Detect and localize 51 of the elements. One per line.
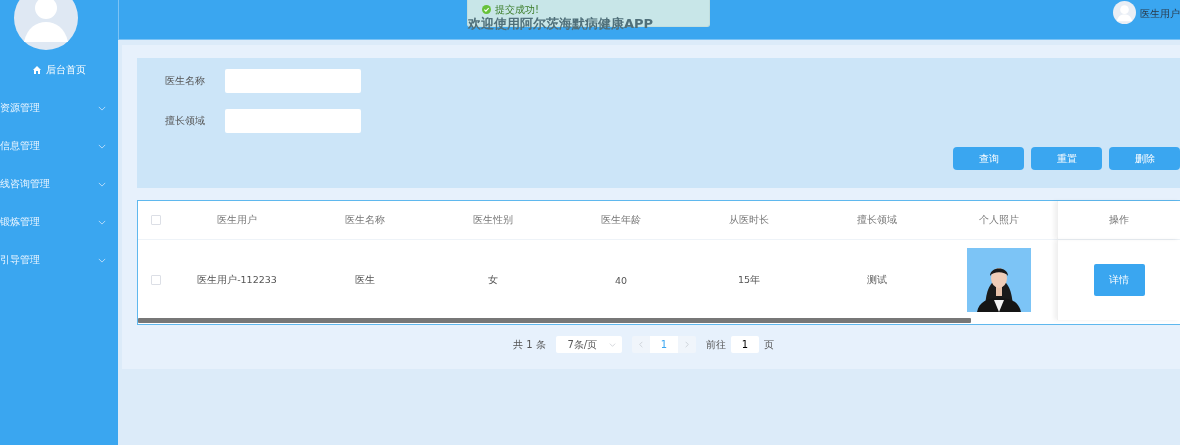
column-header: 医生用户: [217, 213, 257, 227]
column-header: 医生年龄: [601, 213, 641, 227]
toast-message: 提交成功!: [495, 4, 539, 15]
page-input[interactable]: 1: [730, 336, 759, 353]
chevron-down-icon: [98, 105, 106, 111]
column-header: 擅长领域: [857, 213, 897, 227]
sidebar-item[interactable]: 资源管理: [0, 101, 118, 115]
scrollbar[interactable]: [138, 318, 971, 323]
sidebar-item[interactable]: 信息管理: [0, 139, 118, 153]
column-header: 操作: [1109, 213, 1129, 227]
table-cell: 医生: [355, 273, 375, 287]
user-avatar-icon: [1113, 1, 1136, 24]
action-button[interactable]: 重置: [1031, 147, 1102, 170]
home-icon: [32, 65, 42, 75]
user-name: 医生用户: [1140, 8, 1180, 21]
action-button[interactable]: 查询: [953, 147, 1024, 170]
table-cell: 40: [614, 274, 628, 286]
table-cell: 医生用户-112233: [197, 273, 277, 287]
sidebar-item[interactable]: 锻炼管理: [0, 215, 118, 229]
page-size-select[interactable]: 7条/页: [555, 336, 622, 353]
column-header: 从医时长: [729, 213, 769, 227]
table-cell: 测试: [867, 273, 887, 287]
table-cell: 女: [488, 273, 498, 287]
action-button[interactable]: 删除: [1109, 147, 1180, 170]
total-count: 共 1 条: [513, 337, 546, 352]
page-suffix: 页: [763, 337, 774, 352]
input-field[interactable]: [225, 109, 361, 133]
previous-page-icon: [638, 341, 643, 348]
chevron-down-icon: [609, 342, 617, 347]
chevron-down-icon: [98, 257, 106, 263]
field-label: 医生名称: [165, 74, 205, 88]
chevron-down-icon: [98, 143, 106, 149]
column-header: 医生名称: [345, 213, 385, 227]
column-header: 个人照片: [979, 213, 1019, 227]
sidebar-item[interactable]: 线咨询管理: [0, 177, 118, 191]
sidebar-item[interactable]: 引导管理: [0, 253, 118, 267]
checkbox[interactable]: [150, 215, 161, 225]
next-page-icon: [684, 341, 689, 348]
table-cell: 15年: [737, 273, 761, 287]
chevron-down-icon: [98, 181, 106, 187]
detail-button[interactable]: 详情: [1093, 264, 1145, 296]
success-icon: [482, 5, 491, 14]
column-header: 医生性别: [473, 213, 513, 227]
home-menu-item[interactable]: 后台首页: [0, 63, 118, 77]
avatar-icon: [14, 0, 78, 50]
page-number[interactable]: 1: [649, 336, 678, 353]
input-field[interactable]: [225, 69, 361, 93]
goto-label: 前往: [705, 337, 726, 352]
chevron-down-icon: [98, 219, 106, 225]
checkbox[interactable]: [150, 275, 161, 285]
field-label: 擅长领域: [165, 114, 205, 128]
